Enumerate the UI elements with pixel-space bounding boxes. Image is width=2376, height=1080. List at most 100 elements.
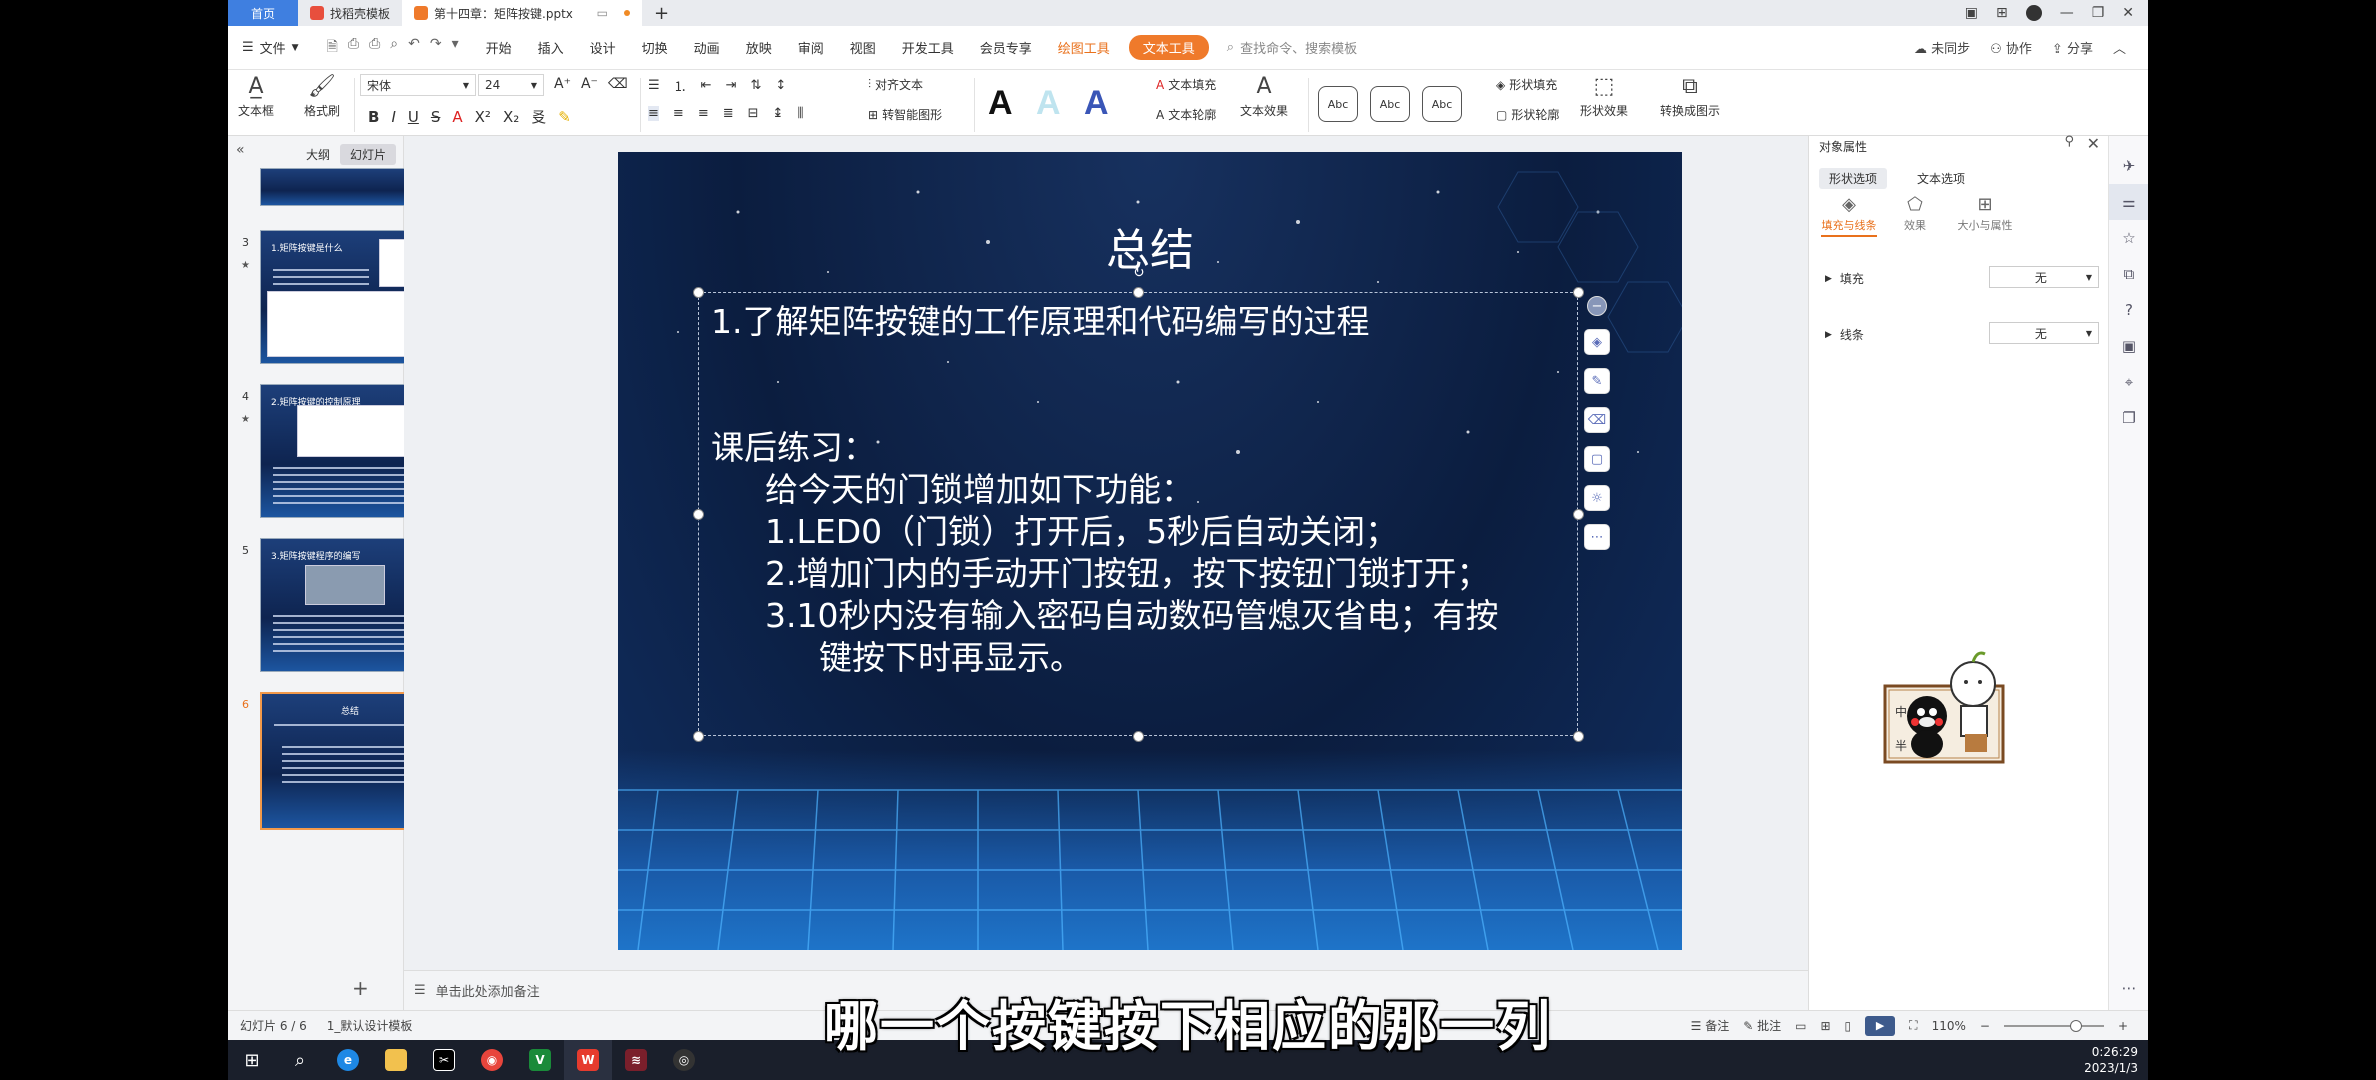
menu-draw-tools[interactable]: 绘图工具 [1045, 38, 1123, 57]
smartart-button[interactable]: ⊞ 转智能图形 [868, 106, 942, 123]
align-right-icon[interactable]: ≡ [698, 106, 709, 121]
close-panel-icon[interactable]: ✕ [2087, 134, 2100, 153]
text-style-blue[interactable]: A [1084, 84, 1109, 123]
resize-handle[interactable] [693, 509, 704, 520]
notes-toggle[interactable]: ☰ 备注 [1691, 1017, 1730, 1034]
recorder-icon[interactable]: ◎ [660, 1040, 708, 1080]
clear-format-icon[interactable]: ⌫ [608, 76, 628, 92]
distribute-icon[interactable]: ⊟ [748, 106, 759, 121]
reading-view-icon[interactable]: ▯ [1845, 1019, 1852, 1033]
slide-title[interactable]: 总结 [618, 214, 1682, 278]
minimize-icon[interactable]: — [2060, 5, 2074, 21]
shrink-font-icon[interactable]: A⁻ [581, 76, 598, 92]
keil-icon[interactable]: V [516, 1040, 564, 1080]
format-brush-button[interactable]: 🖌 格式刷 [304, 72, 340, 119]
menu-developer[interactable]: 开发工具 [889, 38, 967, 57]
para-spacing-icon[interactable]: ↨ [773, 106, 784, 121]
justify-icon[interactable]: ≣ [723, 106, 734, 121]
line-spacing-icon[interactable]: ↕ [775, 78, 786, 93]
text-fill-button[interactable]: A 文本填充 [1156, 76, 1216, 93]
avatar[interactable] [2025, 5, 2042, 21]
increase-indent-icon[interactable]: ⇥ [726, 78, 737, 93]
export-icon[interactable]: ⎙ [348, 36, 359, 60]
collapse-ribbon-icon[interactable]: ︿ [2113, 38, 2126, 57]
command-search[interactable]: ⌕ 查找命令、搜索模板 [1215, 38, 1357, 57]
fill-select[interactable]: 无 ▼ [1989, 266, 2099, 288]
font-color-button[interactable]: A [452, 108, 462, 126]
resize-handle[interactable] [693, 287, 704, 298]
tab-shape-options[interactable]: 形状选项 [1819, 168, 1888, 189]
more-icon[interactable]: ▾ [452, 36, 459, 60]
tab-outline[interactable]: 大纲 [296, 144, 340, 165]
convert-graphic-button[interactable]: ⧉ 转换成图示 [1660, 72, 1720, 119]
subtab-size[interactable]: ⊞ 大小与属性 [1953, 194, 2017, 233]
share-button[interactable]: ⇪ 分享 [2052, 38, 2093, 57]
text-style-light[interactable]: A [1036, 84, 1061, 123]
fit-icon[interactable]: ⛶ [1909, 1018, 1917, 1033]
resize-handle[interactable] [693, 731, 704, 742]
restore-icon[interactable]: ❐ [2092, 5, 2105, 21]
pin-icon[interactable]: ⚲ [2064, 134, 2074, 149]
text-style-black[interactable]: A [988, 84, 1013, 123]
subscript-button[interactable]: X₂ [503, 108, 519, 126]
strikethrough-button[interactable]: S [431, 108, 441, 126]
monitor-icon[interactable]: ▭ [597, 6, 608, 20]
menu-design[interactable]: 设计 [577, 38, 629, 57]
menu-review[interactable]: 审阅 [785, 38, 837, 57]
line-select[interactable]: 无 ▼ [1989, 322, 2099, 344]
grid-icon[interactable]: ⊞ [1996, 5, 2008, 21]
subtab-effect[interactable]: ⬠ 效果 [1895, 194, 1935, 233]
subtab-fill-line[interactable]: ◈ 填充与线条 [1821, 194, 1877, 237]
font-size-select[interactable]: 24 ▼ [478, 74, 544, 96]
windows-start-icon[interactable]: ⊞ [228, 1040, 276, 1080]
decrease-indent-icon[interactable]: ⇤ [701, 78, 712, 93]
send-icon[interactable]: ✈ [2109, 148, 2148, 184]
resize-handle[interactable] [1573, 509, 1584, 520]
shape-style-3[interactable]: Abc [1422, 86, 1462, 122]
resize-handle[interactable] [1133, 731, 1144, 742]
align-center-icon[interactable]: ≡ [673, 106, 684, 121]
resize-handle[interactable] [1573, 287, 1584, 298]
current-slide[interactable]: 总结 ↻ 1.了解矩阵按键的工作原理和代码编写的过程 课后练习： 给今天的门锁增… [618, 152, 1682, 950]
superscript-button[interactable]: X² [475, 108, 491, 126]
fill-section-toggle[interactable]: ▶ 填充 [1825, 270, 1864, 287]
sorter-view-icon[interactable]: ⊞ [1820, 1019, 1830, 1033]
pen-icon[interactable]: ✎ [1584, 368, 1610, 394]
text-direction-icon[interactable]: ⇅ [750, 78, 761, 93]
rotate-handle-icon[interactable]: ↻ [1133, 265, 1145, 281]
layout-icon[interactable]: ▣ [1965, 5, 1978, 21]
menu-start[interactable]: 开始 [473, 38, 525, 57]
zoom-slider[interactable] [2003, 1019, 2104, 1032]
location-icon[interactable]: ⌖ [2109, 364, 2148, 400]
star-icon[interactable]: ☆ [2109, 220, 2148, 256]
comments-toggle[interactable]: ✎ 批注 [1743, 1017, 1781, 1034]
textbox-button[interactable]: A̲ 文本框 [238, 72, 274, 119]
system-clock[interactable]: 0:26:29 2023/1/3 [2084, 1044, 2148, 1076]
layers-icon[interactable]: ◈ [1584, 329, 1610, 355]
tab-text-options[interactable]: 文本选项 [1907, 168, 1975, 189]
numbering-icon[interactable]: ⒈ [674, 76, 687, 95]
search-icon[interactable]: ⌕ [276, 1040, 324, 1080]
text-outline-button[interactable]: A 文本轮廓 [1156, 106, 1216, 123]
tab-slides[interactable]: 幻灯片 [340, 144, 397, 165]
copy-icon[interactable]: ⧉ [2109, 256, 2148, 292]
shape-effect-button[interactable]: ⬚ 形状效果 [1580, 72, 1628, 119]
properties-title[interactable]: 对象属性 [1819, 138, 1867, 155]
tab-home[interactable]: 首页 [228, 0, 298, 26]
play-icon[interactable]: ▶ [1865, 1015, 1896, 1036]
align-text-button[interactable]: ⫶ 对齐文本 [868, 76, 923, 93]
properties-icon[interactable]: ⚌ [2109, 184, 2148, 220]
shape-style-1[interactable]: Abc [1318, 86, 1358, 122]
sync-status[interactable]: ☁ 未同步 [1914, 38, 1970, 57]
zoom-out-icon[interactable]: − [1980, 1019, 1990, 1033]
phonetic-icon[interactable]: 㕛 [531, 106, 546, 127]
more-options-icon[interactable]: ⋯ [1584, 524, 1610, 550]
resize-handle[interactable] [1133, 287, 1144, 298]
column-icon[interactable]: ⫼ [797, 106, 803, 121]
textbox-content[interactable]: 1.了解矩阵按键的工作原理和代码编写的过程 课后练习： 给今天的门锁增加如下功能… [711, 301, 1571, 679]
font-name-select[interactable]: 宋体 ▼ [360, 74, 476, 96]
print-icon[interactable]: ⎙ [369, 36, 380, 60]
file-menu[interactable]: ☰ 文件 ▼ [228, 38, 313, 57]
close-icon[interactable]: ✕ [2122, 5, 2134, 21]
menu-insert[interactable]: 插入 [525, 38, 577, 57]
